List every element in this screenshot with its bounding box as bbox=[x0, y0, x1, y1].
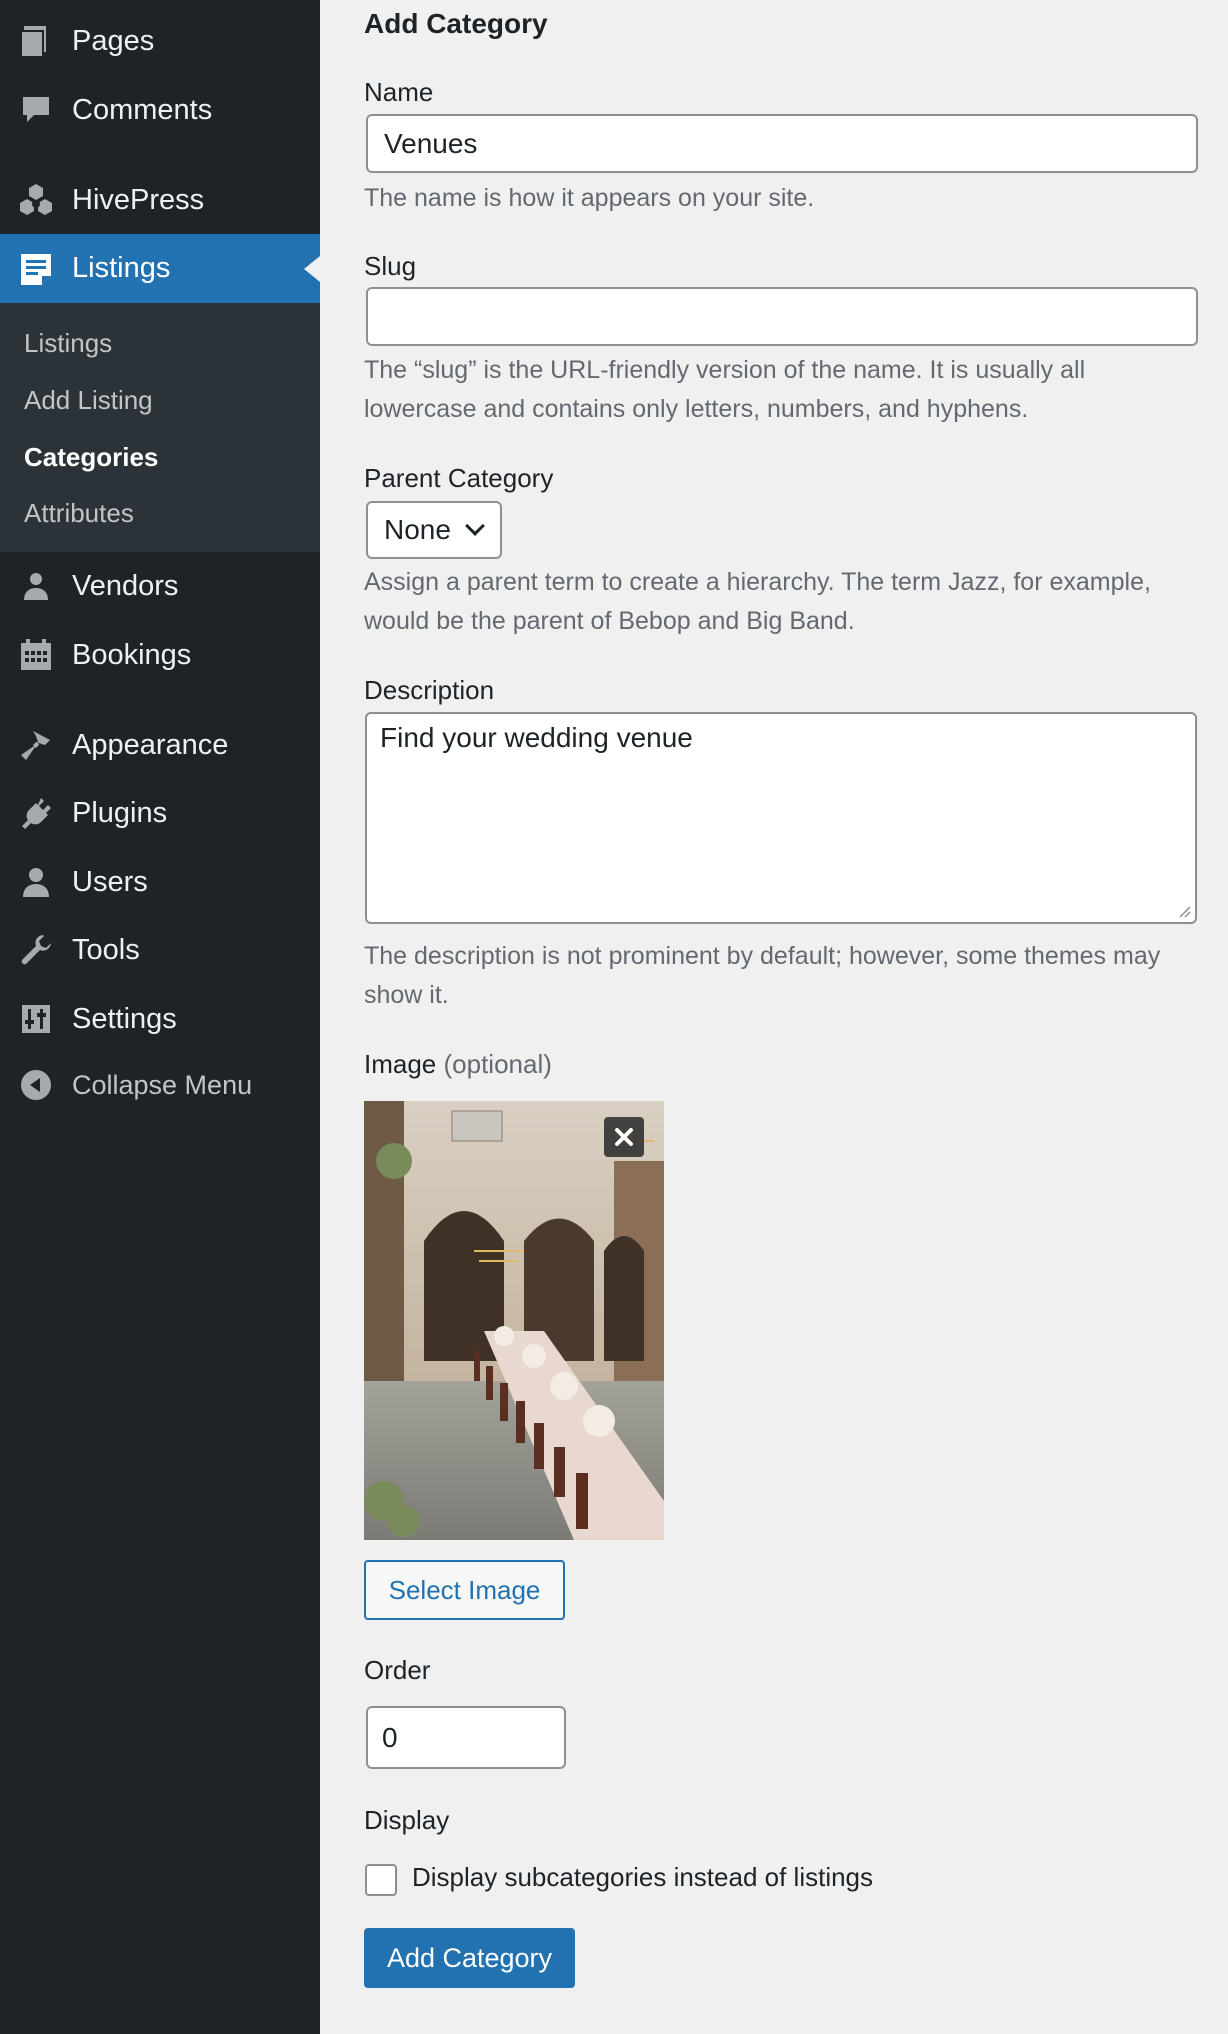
description-textarea[interactable]: Find your wedding venue bbox=[365, 712, 1197, 924]
plugin-icon bbox=[18, 795, 54, 831]
select-image-button[interactable]: Select Image bbox=[364, 1560, 565, 1620]
settings-icon bbox=[18, 1001, 54, 1037]
sidebar-item-label: Listings bbox=[72, 252, 171, 284]
order-input[interactable]: 0 bbox=[366, 1706, 566, 1769]
paintbrush-icon bbox=[18, 727, 54, 763]
comments-icon bbox=[18, 92, 54, 128]
listings-icon bbox=[18, 251, 54, 287]
collapse-menu-button[interactable]: Collapse Menu bbox=[0, 1062, 320, 1108]
sidebar-item-label: Plugins bbox=[72, 796, 168, 829]
sidebar-item-plugins[interactable]: Plugins bbox=[0, 790, 320, 836]
sidebar-item-pages[interactable]: Pages bbox=[0, 18, 320, 64]
sidebar-item-label: Pages bbox=[72, 24, 155, 57]
slug-input[interactable] bbox=[366, 287, 1198, 346]
parent-category-select[interactable]: None bbox=[366, 501, 502, 559]
parent-category-help: Assign a parent term to create a hierarc… bbox=[364, 568, 1151, 635]
sidebar-item-settings[interactable]: Settings bbox=[0, 996, 320, 1042]
description-label: Description bbox=[364, 675, 495, 705]
display-label: Display bbox=[364, 1805, 450, 1835]
submenu-item-listings[interactable]: Listings bbox=[24, 328, 112, 359]
listings-submenu: Listings Add Listing Categories Attribut… bbox=[0, 303, 320, 552]
submenu-item-attributes[interactable]: Attributes bbox=[24, 498, 134, 529]
sidebar-item-label: Tools bbox=[72, 933, 140, 966]
category-image-preview bbox=[364, 1101, 664, 1540]
calendar-icon bbox=[18, 637, 54, 673]
sidebar-item-label: Appearance bbox=[72, 728, 229, 761]
wrench-icon bbox=[18, 932, 54, 968]
resize-handle-icon[interactable] bbox=[1177, 904, 1191, 918]
sidebar-item-appearance[interactable]: Appearance bbox=[0, 722, 320, 768]
slug-help: The “slug” is the URL-friendly version o… bbox=[364, 356, 1086, 423]
sidebar-item-bookings[interactable]: Bookings bbox=[0, 632, 320, 678]
name-input[interactable]: Venues bbox=[366, 114, 1198, 173]
display-subcategories-checkbox[interactable] bbox=[365, 1864, 397, 1896]
vendors-icon bbox=[18, 568, 54, 604]
image-label-text: Image bbox=[364, 1049, 437, 1079]
sidebar-item-hivepress[interactable]: HivePress bbox=[0, 177, 320, 223]
sidebar-item-label: Users bbox=[72, 865, 148, 898]
admin-sidebar: Pages Comments HivePress Listings Listin… bbox=[0, 0, 320, 2034]
sidebar-item-label: Bookings bbox=[72, 638, 192, 671]
display-subcategories-label[interactable]: Display subcategories instead of listing… bbox=[412, 1862, 873, 1893]
image-label: Image (optional) bbox=[364, 1049, 552, 1080]
pages-icon bbox=[18, 23, 54, 59]
parent-category-value: None bbox=[384, 514, 451, 545]
name-label: Name bbox=[364, 77, 434, 107]
hivepress-icon bbox=[18, 182, 54, 218]
description-help: The description is not prominent by defa… bbox=[364, 942, 1161, 1009]
image-optional-text: (optional) bbox=[443, 1049, 552, 1079]
submenu-item-categories[interactable]: Categories bbox=[24, 442, 158, 473]
sidebar-item-label: Comments bbox=[72, 93, 213, 126]
sidebar-item-label: Settings bbox=[72, 1002, 177, 1035]
active-indicator bbox=[304, 255, 320, 282]
description-text: Find your wedding venue bbox=[380, 722, 693, 753]
sidebar-item-label: Vendors bbox=[72, 569, 179, 602]
sidebar-item-comments[interactable]: Comments bbox=[0, 87, 320, 133]
submenu-item-add-listing[interactable]: Add Listing bbox=[24, 385, 153, 416]
sidebar-item-vendors[interactable]: Vendors bbox=[0, 563, 320, 609]
remove-image-button[interactable] bbox=[604, 1117, 644, 1157]
form-title: Add Category bbox=[364, 8, 548, 39]
slug-label: Slug bbox=[364, 251, 417, 281]
sidebar-item-label: HivePress bbox=[72, 183, 205, 216]
collapse-icon bbox=[18, 1067, 54, 1103]
user-icon bbox=[18, 864, 54, 900]
parent-category-label: Parent Category bbox=[364, 463, 554, 493]
chevron-down-icon bbox=[465, 516, 485, 536]
name-help: The name is how it appears on your site. bbox=[364, 184, 815, 212]
collapse-menu-label: Collapse Menu bbox=[72, 1069, 253, 1100]
add-category-button[interactable]: Add Category bbox=[364, 1928, 575, 1988]
close-icon bbox=[615, 1128, 633, 1146]
venue-photo bbox=[364, 1101, 664, 1540]
sidebar-item-listings[interactable]: Listings bbox=[0, 234, 320, 303]
sidebar-item-tools[interactable]: Tools bbox=[0, 927, 320, 973]
order-label: Order bbox=[364, 1655, 431, 1685]
sidebar-item-users[interactable]: Users bbox=[0, 859, 320, 905]
